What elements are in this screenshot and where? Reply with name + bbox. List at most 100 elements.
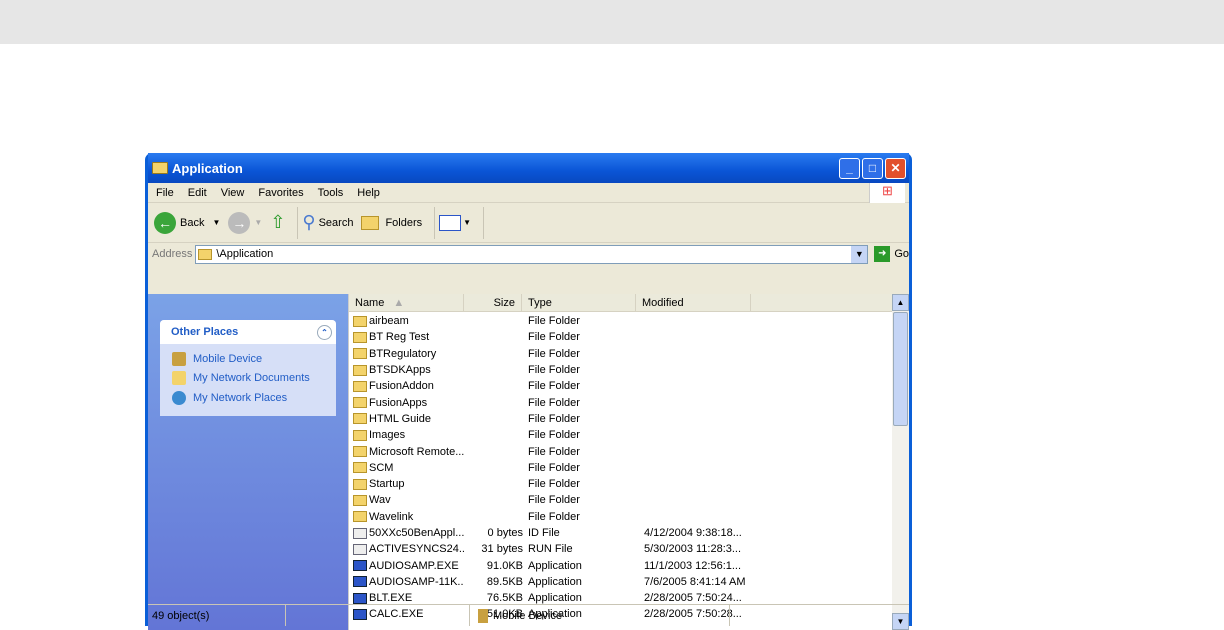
folders-button[interactable]: Folders [361, 215, 422, 230]
back-button[interactable]: ← Back ▼ [154, 211, 220, 234]
search-button[interactable]: ⚲ Search [302, 212, 353, 233]
file-row[interactable]: Startup File Folder [349, 476, 909, 492]
folders-icon [361, 215, 380, 230]
file-name: Startup [369, 478, 405, 491]
file-row[interactable]: Images File Folder [349, 427, 909, 443]
file-row[interactable]: Microsoft Remote... File Folder [349, 443, 909, 459]
place-label: Mobile Device [193, 352, 263, 365]
file-type: File Folder [528, 429, 580, 442]
application-icon [353, 576, 367, 588]
file-name: BT Reg Test [369, 331, 430, 344]
scroll-up-button[interactable]: ▲ [892, 294, 909, 311]
file-name-cell: AUDIOSAMP.EXE [349, 560, 464, 572]
file-modified: 2/28/2005 7:50:24... [644, 592, 742, 605]
file-type: File Folder [528, 461, 580, 474]
place-my-network-documents[interactable]: My Network Documents [160, 369, 336, 389]
file-name-cell: Images [349, 429, 464, 441]
go-button[interactable]: ➜ Go [874, 246, 909, 262]
folder-icon [353, 446, 367, 458]
file-row[interactable]: ACTIVESYNCS24.... 31 bytes RUN File 5/30/20… [349, 541, 909, 557]
file-type: File Folder [528, 364, 580, 377]
file-row[interactable]: BTRegulatory File Folder [349, 346, 909, 362]
file-row[interactable]: 50XXc50BenAppl.... 0 bytes ID File 4/12/200… [349, 525, 909, 541]
file-row[interactable]: BTSDKApps File Folder [349, 362, 909, 378]
menu-tools[interactable]: Tools [318, 187, 344, 199]
folder-icon [353, 348, 367, 360]
file-type: File Folder [528, 478, 580, 491]
place-label: My Network Documents [193, 372, 310, 385]
file-modified: 4/12/2004 9:38:18... [644, 527, 742, 539]
file-row[interactable]: airbeam File Folder [349, 313, 909, 329]
title-bar[interactable]: Application _ □ ✕ [148, 153, 909, 183]
menu-favorites[interactable]: Favorites [258, 187, 303, 199]
folder-icon [353, 494, 367, 506]
file-row[interactable]: FusionAddon File Folder [349, 378, 909, 394]
file-name: AUDIOSAMP.EXE [369, 559, 459, 572]
collapse-icon[interactable]: ⌃ [317, 324, 332, 340]
chevron-down-icon[interactable]: ▼ [254, 218, 262, 227]
file-name: FusionApps [369, 396, 428, 409]
views-button[interactable]: ▼ [439, 214, 471, 231]
menu-edit[interactable]: Edit [188, 187, 207, 199]
folder-icon [353, 511, 367, 523]
status-location-label: Mobile Device [493, 609, 563, 622]
other-places-panel: Other Places ⌃ Mobile Device My Network D… [160, 320, 336, 416]
application-icon [353, 592, 367, 604]
network-documents-icon [172, 371, 186, 386]
file-row[interactable]: SCM File Folder [349, 460, 909, 476]
up-folder-icon: ⇧ [270, 212, 286, 232]
network-places-icon [172, 390, 186, 405]
search-label: Search [318, 216, 354, 229]
top-bar [0, 0, 1224, 44]
chevron-down-icon[interactable]: ▼ [851, 245, 868, 263]
address-input[interactable]: \Application ▼ [195, 244, 869, 264]
column-modified[interactable]: Modified [636, 294, 751, 311]
place-my-network-places[interactable]: My Network Places [160, 388, 336, 408]
file-name: BLT.EXE [369, 592, 413, 605]
menu-file[interactable]: File [156, 187, 174, 199]
column-name[interactable]: Name ▲ [349, 294, 464, 311]
file-name-cell: BT Reg Test [349, 331, 464, 343]
file-row[interactable]: HTML Guide File Folder [349, 411, 909, 427]
divider [483, 206, 485, 239]
windows-logo-icon: ⊞ [869, 183, 905, 203]
toolbar: ← Back ▼ → ▼ ⇧ ⚲ Search Folders ▼ [148, 203, 909, 243]
chevron-down-icon[interactable]: ▼ [212, 218, 220, 227]
folder-icon [198, 248, 213, 260]
file-name: AUDIOSAMP-11K... [369, 575, 464, 588]
column-size[interactable]: Size [464, 294, 522, 311]
file-row[interactable]: FusionApps File Folder [349, 394, 909, 410]
minimize-button[interactable]: _ [839, 158, 860, 179]
folder-icon [353, 315, 367, 327]
file-type: ID File [528, 527, 560, 539]
file-type: Application [528, 559, 582, 572]
file-row[interactable]: Wavelink File Folder [349, 509, 909, 525]
close-button[interactable]: ✕ [885, 158, 906, 179]
other-places-header[interactable]: Other Places ⌃ [160, 320, 336, 344]
maximize-button[interactable]: □ [862, 158, 883, 179]
file-name: Microsoft Remote... [369, 445, 464, 458]
menu-help[interactable]: Help [357, 187, 380, 199]
file-name-cell: BTSDKApps [349, 364, 464, 376]
file-type: Application [528, 592, 582, 605]
file-type: RUN File [528, 543, 573, 556]
file-row[interactable]: AUDIOSAMP.EXE 91.0KB Application 11/1/2003 … [349, 557, 909, 573]
file-name-cell: AUDIOSAMP-11K... [349, 576, 464, 588]
up-folder-button[interactable]: ⇧ [270, 212, 285, 233]
file-icon [353, 543, 367, 555]
file-row[interactable]: AUDIOSAMP-11K... 89.5KB Application 7/6/200… [349, 574, 909, 590]
file-name: HTML Guide [369, 412, 431, 425]
scroll-thumb[interactable] [893, 312, 908, 426]
file-name: Images [369, 429, 406, 442]
menu-view[interactable]: View [221, 187, 245, 199]
file-row[interactable]: Wav File Folder [349, 492, 909, 508]
forward-button[interactable]: → ▼ [228, 211, 262, 234]
place-label: My Network Places [193, 391, 288, 404]
folder-icon [353, 413, 367, 425]
file-row[interactable]: BT Reg Test File Folder [349, 329, 909, 345]
place-mobile-device[interactable]: Mobile Device [160, 349, 336, 369]
column-headers: Name ▲ Size Type Modified [349, 294, 909, 312]
vertical-scrollbar[interactable]: ▲ ▼ [892, 294, 909, 630]
column-type[interactable]: Type [522, 294, 636, 311]
file-type: File Folder [528, 331, 580, 344]
